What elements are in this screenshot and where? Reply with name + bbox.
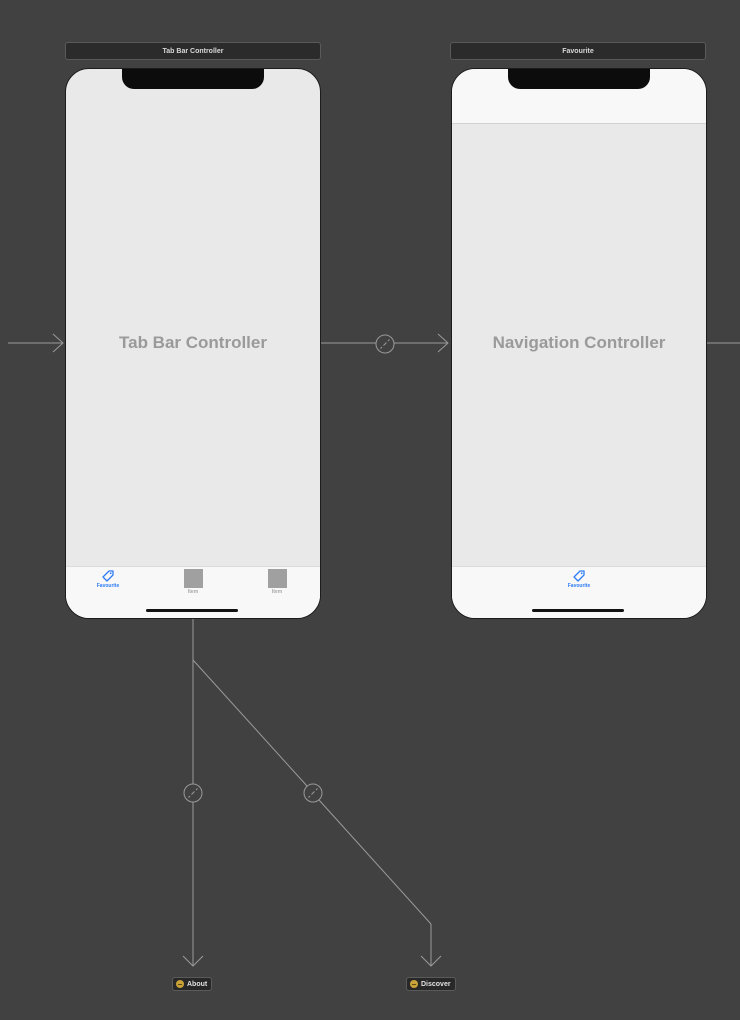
storyboard-reference-icon: [410, 980, 418, 988]
tab-favourite[interactable]: Favourite: [549, 568, 609, 598]
relationship-segue-about[interactable]: [182, 619, 204, 967]
tab-label: Item: [187, 589, 199, 595]
tab-label: Favourite: [567, 583, 591, 589]
relationship-segue-discover[interactable]: [192, 659, 442, 967]
scene-placeholder-label: Tab Bar Controller: [119, 333, 267, 352]
tag-icon: [102, 570, 114, 582]
reference-label: About: [187, 980, 208, 988]
segue-link-icon: [308, 788, 318, 798]
device-notch: [508, 69, 650, 89]
home-indicator: [146, 609, 238, 612]
tab-item-1[interactable]: Item: [163, 568, 223, 598]
storyboard-reference-about[interactable]: About: [172, 977, 213, 991]
scene-title-tab-bar-controller[interactable]: Tab Bar Controller: [65, 42, 321, 60]
tab-item-2[interactable]: Item: [247, 568, 307, 598]
scene-title-favourite[interactable]: Favourite: [450, 42, 706, 60]
tab-bar-controller-scene[interactable]: Tab Bar Controller Favourite Item Item: [65, 68, 321, 619]
storyboard-reference-discover[interactable]: Discover: [406, 977, 456, 991]
segue-link-icon: [380, 339, 390, 349]
placeholder-icon: [267, 569, 287, 588]
relationship-segue-favourite[interactable]: [321, 333, 449, 354]
tab-favourite[interactable]: Favourite: [78, 568, 138, 598]
scene-placeholder-label: Navigation Controller: [492, 333, 666, 352]
home-indicator: [532, 609, 624, 612]
tab-label: Item: [271, 589, 283, 595]
device-notch: [122, 69, 264, 89]
tag-icon: [573, 570, 585, 582]
navigation-controller-scene[interactable]: Navigation Controller Favourite: [451, 68, 707, 619]
tab-label: Favourite: [96, 583, 120, 589]
reference-label: Discover: [421, 980, 451, 988]
segue-link-icon: [188, 788, 198, 798]
placeholder-icon: [183, 569, 203, 588]
storyboard-reference-icon: [176, 980, 184, 988]
